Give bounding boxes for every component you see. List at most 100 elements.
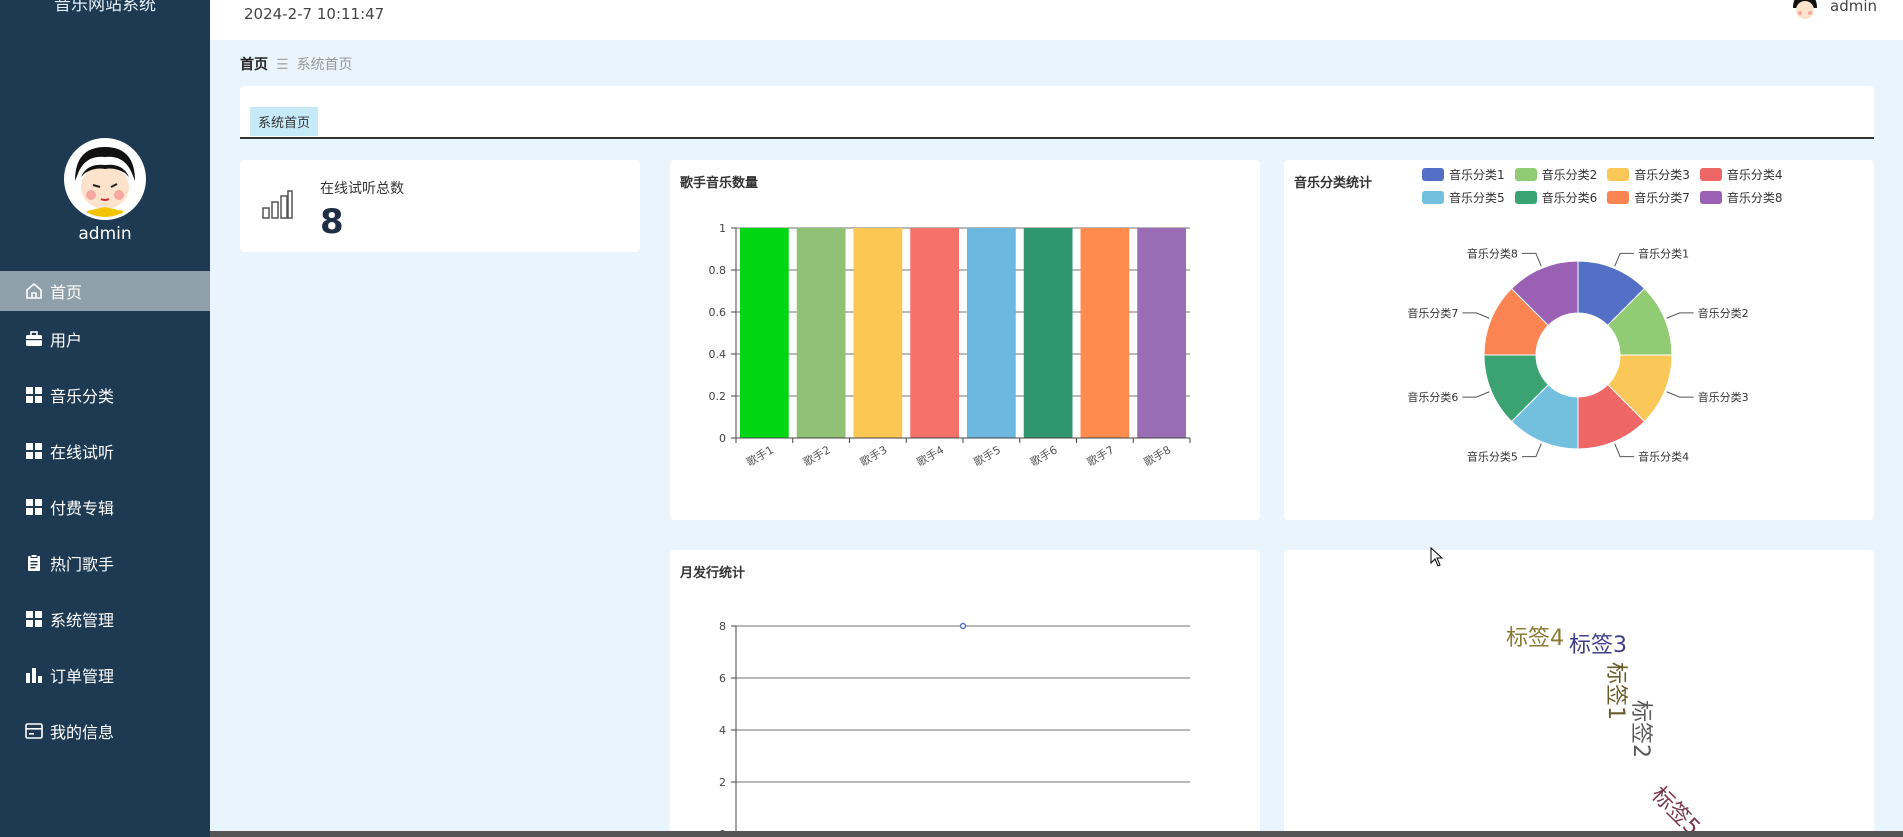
y-tick-label: 1: [719, 222, 726, 235]
word-cloud-tag: 标签2: [1628, 700, 1653, 758]
legend-item[interactable]: 音乐分类3: [1607, 166, 1690, 183]
grid-icon: [24, 385, 44, 405]
label-leader-line: [1521, 443, 1542, 458]
slice-label: 音乐分类6: [1407, 390, 1458, 404]
label-leader-line: [1614, 252, 1635, 267]
word-cloud-tag: 标签4: [1506, 626, 1564, 651]
legend-item[interactable]: 音乐分类1: [1422, 166, 1505, 183]
legend-item[interactable]: 音乐分类7: [1607, 189, 1690, 206]
slice-label: 音乐分类7: [1407, 306, 1458, 320]
x-tick-label: 歌手3: [857, 442, 889, 469]
bar: [853, 228, 903, 438]
legend-swatch: [1607, 191, 1630, 204]
sidebar-item-home[interactable]: 首页: [0, 271, 210, 311]
stat-value: 8: [320, 202, 344, 242]
chart-title: 音乐分类统计: [1294, 176, 1373, 191]
slice-label: 音乐分类2: [1698, 306, 1749, 320]
x-tick-label: 歌手4: [914, 442, 946, 469]
sidebar-item-users[interactable]: 用户: [0, 311, 210, 367]
label-leader-line: [1521, 252, 1542, 267]
bar: [740, 228, 789, 438]
legend-label: 音乐分类8: [1726, 191, 1783, 205]
y-tick-label: 0.4: [709, 348, 727, 361]
sidebar-item-my-info[interactable]: 我的信息: [0, 703, 210, 759]
avatar-image: [1790, 0, 1820, 22]
sidebar-item-label: 系统管理: [50, 611, 115, 630]
label-leader-line: [1462, 312, 1490, 319]
sidebar-user-name: admin: [78, 224, 132, 244]
line-chart: 024682: [719, 620, 1190, 837]
bar-chart-card: 歌手音乐数量 0 0.2 0.4 0.6 0.8 1 歌手1 歌手2 歌手3 歌手4 歌手5 歌手6 歌…: [670, 160, 1260, 520]
legend-swatch: [1514, 191, 1537, 204]
sidebar-item-paid-album[interactable]: 付费专辑: [0, 479, 210, 535]
breadcrumb-separator-icon: ☰: [276, 57, 289, 73]
sidebar-item-system-management[interactable]: 系统管理: [0, 591, 210, 647]
bar: [967, 228, 1016, 438]
top-user-name[interactable]: admin: [1830, 0, 1877, 15]
stat-card: 在线试听总数 8: [240, 160, 640, 252]
bar-chart-icon: [24, 665, 44, 685]
sidebar-item-label: 用户: [50, 331, 83, 350]
briefcase-icon: [24, 329, 44, 349]
label-leader-line: [1462, 391, 1490, 398]
slice-label: 音乐分类4: [1638, 450, 1689, 464]
x-tick-label: 歌手2: [801, 442, 833, 469]
legend-swatch: [1699, 191, 1722, 204]
avatar[interactable]: [64, 138, 146, 220]
label-leader-line: [1666, 391, 1694, 398]
grid-icon: [24, 441, 44, 461]
slice-label: 音乐分类1: [1638, 246, 1689, 260]
legend-label: 音乐分类4: [1726, 168, 1783, 182]
legend-item[interactable]: 音乐分类2: [1514, 166, 1598, 183]
slice-label: 音乐分类8: [1467, 246, 1518, 260]
legend-swatch: [1607, 168, 1630, 181]
legend-label: 音乐分类2: [1541, 168, 1598, 182]
bottom-scrollbar[interactable]: [210, 831, 1903, 837]
y-tick-label: 0: [719, 432, 726, 445]
tab-system-home[interactable]: 系统首页: [250, 107, 319, 136]
chart-title: 月发行统计: [680, 566, 746, 581]
tab-bar: 系统首页: [240, 86, 1874, 139]
top-bar: 2024-2-7 10:11:47 admin: [210, 0, 1903, 40]
chart-legend: 音乐分类1 音乐分类2 音乐分类3 音乐分类4 音乐分类5 音乐分类6 音乐分类7 音乐分类8: [1422, 166, 1872, 206]
sidebar-item-label: 首页: [50, 283, 83, 302]
legend-swatch: [1422, 191, 1444, 204]
line-chart-card: 月发行统计 024682: [670, 550, 1260, 837]
breadcrumb-home[interactable]: 首页: [240, 57, 268, 73]
y-tick-label: 4: [719, 724, 726, 737]
legend-item[interactable]: 音乐分类8: [1699, 189, 1783, 206]
legend-item[interactable]: 音乐分类5: [1422, 189, 1505, 206]
bar: [1080, 228, 1130, 438]
sidebar-item-label: 我的信息: [50, 723, 115, 742]
slice-label: 音乐分类5: [1467, 450, 1518, 464]
sidebar-item-label: 在线试听: [50, 443, 115, 462]
pie-chart: 音乐分类1 音乐分类2 音乐分类3 音乐分类4 音乐分类5 音乐分类6 音乐分类7 音乐分类8: [1407, 246, 1749, 464]
y-tick-label: 8: [719, 620, 726, 633]
chart-title: 歌手音乐数量: [680, 176, 759, 191]
x-tick-label: 歌手6: [1028, 442, 1060, 469]
sidebar-item-music-category[interactable]: 音乐分类: [0, 367, 210, 423]
home-icon: [24, 281, 44, 301]
current-datetime: 2024-2-7 10:11:47: [244, 5, 385, 23]
sidebar-item-label: 付费专辑: [50, 499, 115, 518]
sidebar-item-order-management[interactable]: 订单管理: [0, 647, 210, 703]
mouse-cursor-icon: [1430, 547, 1444, 567]
breadcrumb-current: 系统首页: [296, 57, 353, 73]
bar: [1137, 228, 1186, 438]
sidebar: 音乐网站系统 admin 首页 用户 音乐分类 在线试听 付费专辑 热门歌手 系…: [0, 0, 210, 837]
sidebar-item-online-listen[interactable]: 在线试听: [0, 423, 210, 479]
word-cloud-tag: 标签3: [1569, 633, 1627, 658]
pie-chart-card: 音乐分类统计 音乐分类1 音乐分类2 音乐分类3 音乐分类4 音乐分类5 音乐分类6 音乐分…: [1284, 160, 1874, 520]
bar: [796, 228, 846, 438]
legend-swatch: [1422, 168, 1444, 181]
legend-item[interactable]: 音乐分类6: [1514, 189, 1597, 206]
top-avatar[interactable]: [1790, 0, 1820, 22]
grid-icon: [24, 609, 44, 629]
line-point: [959, 622, 967, 630]
sidebar-menu: 首页 用户 音乐分类 在线试听 付费专辑 热门歌手 系统管理 订单管理 我的信息: [0, 271, 210, 759]
bar-chart-icon: [262, 190, 294, 224]
sidebar-item-hot-singers[interactable]: 热门歌手: [0, 535, 210, 591]
card-icon: [24, 721, 44, 741]
legend-item[interactable]: 音乐分类4: [1699, 166, 1783, 183]
legend-label: 音乐分类3: [1634, 168, 1690, 182]
